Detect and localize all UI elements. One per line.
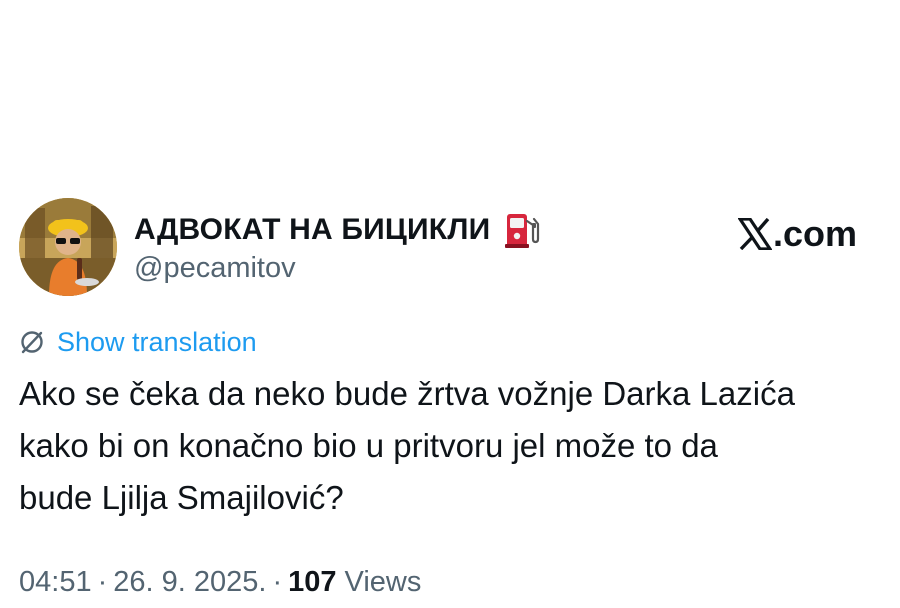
- tweet-date[interactable]: 26. 9. 2025.: [113, 566, 266, 599]
- user-handle[interactable]: @pecamitov: [134, 252, 296, 285]
- tweet-meta: 04:51 · 26. 9. 2025. · 107 Views: [19, 566, 421, 599]
- x-logo-icon: [737, 217, 773, 251]
- display-name[interactable]: АДВОКАТ НА БИЦИКЛИ: [134, 213, 490, 247]
- show-translation-row[interactable]: Show translation: [19, 324, 257, 360]
- meta-separator: ·: [272, 566, 283, 598]
- tweet-time[interactable]: 04:51: [19, 566, 92, 599]
- show-translation-link[interactable]: Show translation: [57, 327, 257, 358]
- avatar[interactable]: [19, 198, 117, 296]
- brand-domain-text: .com: [773, 213, 858, 254]
- meta-separator: ·: [97, 566, 108, 598]
- tweet-text: Ako se čeka da neko bude žrtva vožnje Da…: [19, 375, 795, 516]
- views-count[interactable]: 107: [288, 566, 336, 599]
- x-com-brand[interactable]: .com: [737, 212, 858, 256]
- fuel-pump-icon: [504, 211, 540, 249]
- views-label[interactable]: Views: [345, 566, 422, 599]
- globe-icon: [19, 329, 45, 355]
- author-name-row[interactable]: АДВОКАТ НА БИЦИКЛИ: [134, 206, 540, 254]
- tweet-card: АДВОКАТ НА БИЦИКЛИ @pecamitov .com Show …: [0, 0, 900, 608]
